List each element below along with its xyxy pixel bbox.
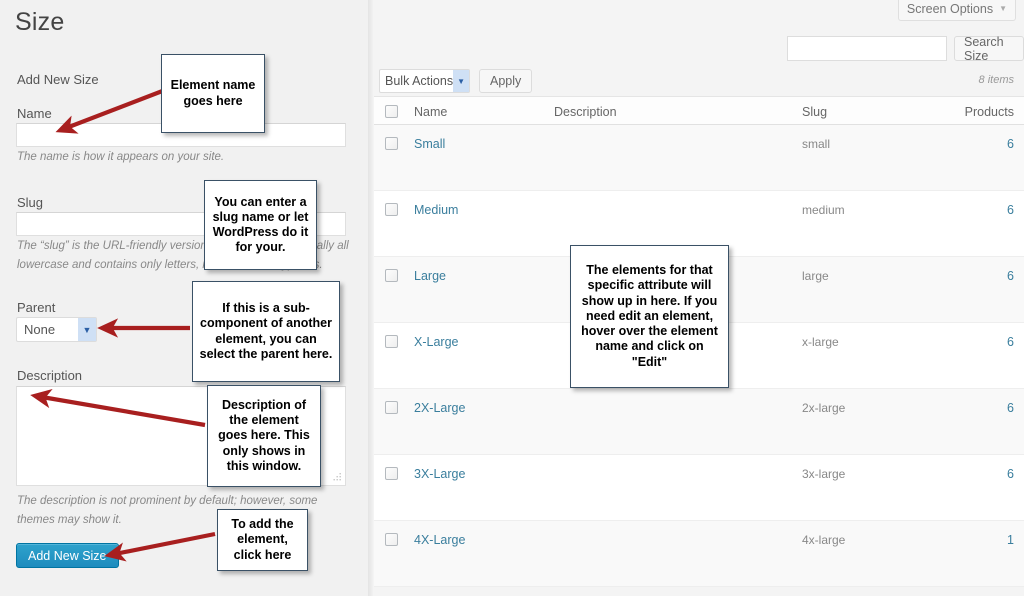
callout-table: The elements for that specific attribute…: [570, 245, 729, 388]
wordpress-admin-page: Size Add New Size Name The name is how i…: [0, 0, 1024, 596]
callout-parent: If this is a sub-component of another el…: [192, 281, 340, 382]
callout-name: Element name goes here: [161, 54, 265, 133]
callout-description: Description of the element goes here. Th…: [207, 385, 321, 487]
callout-submit: To add the element, click here: [217, 509, 308, 571]
annotation-arrows: [30, 83, 216, 562]
callout-slug: You can enter a slug name or let WordPre…: [204, 180, 317, 270]
